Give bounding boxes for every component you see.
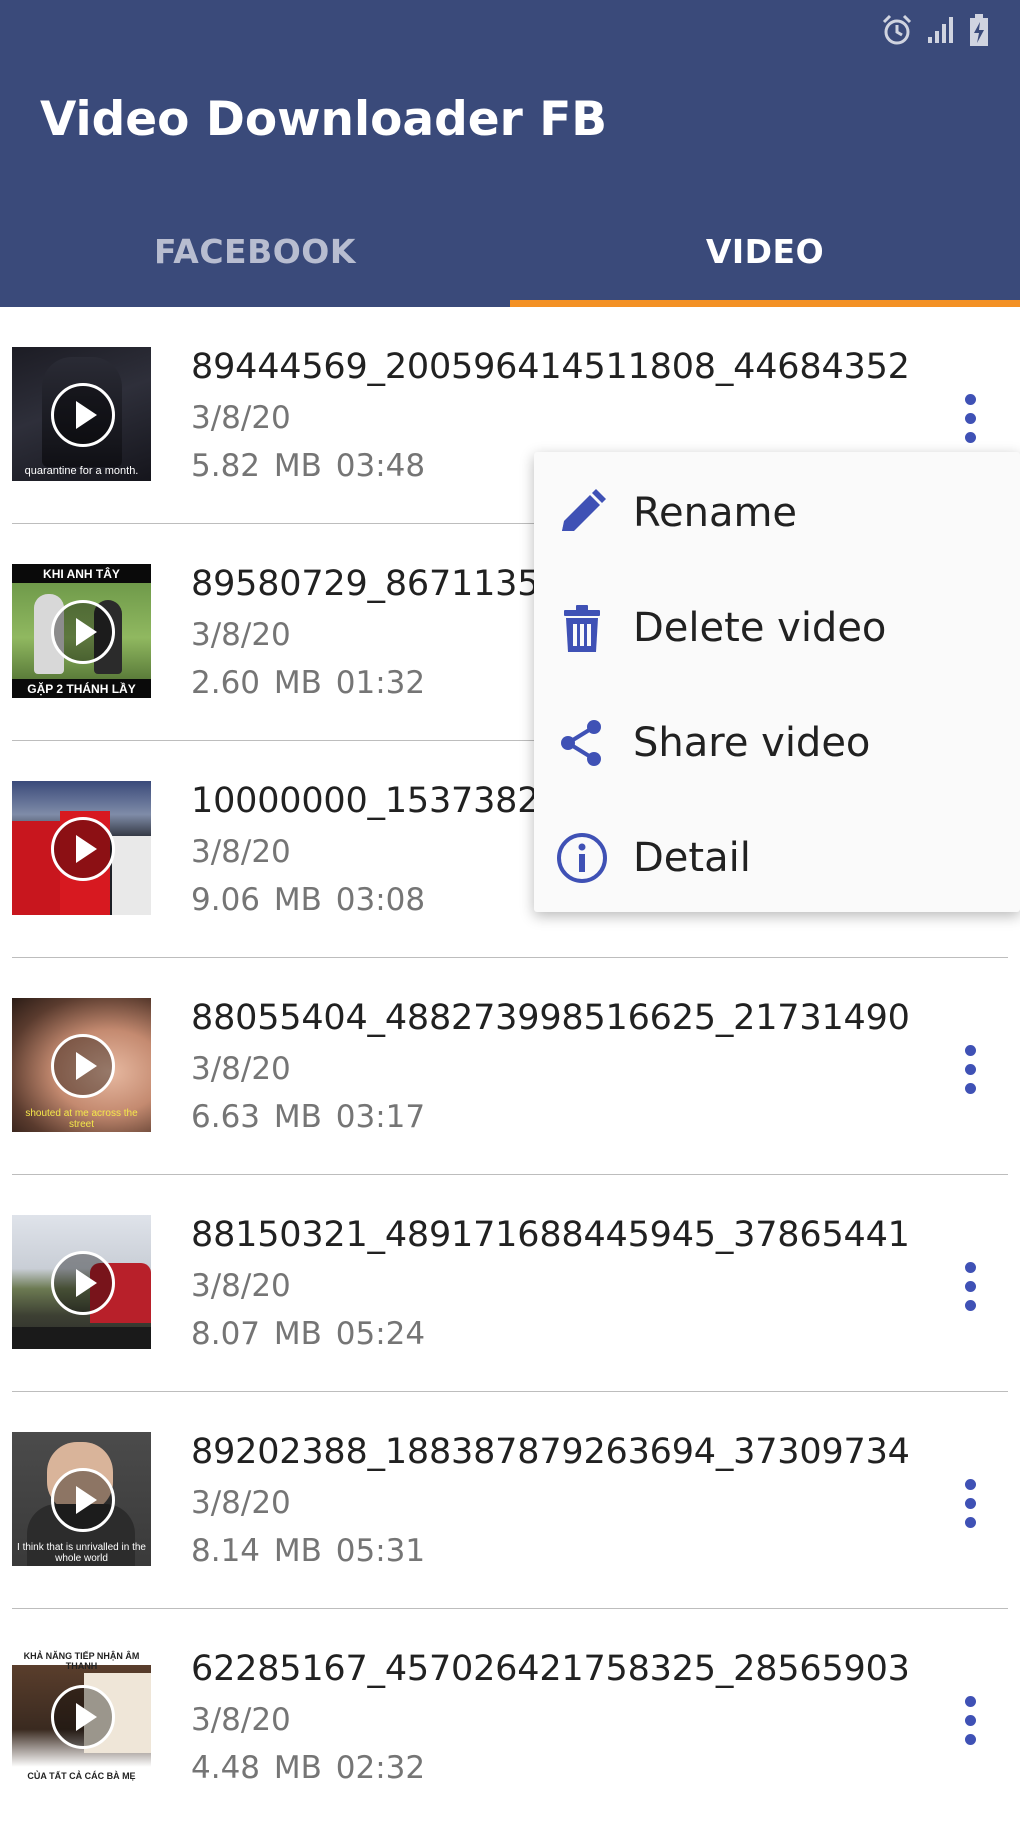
status-bar — [880, 12, 990, 48]
video-duration: 03:08 — [335, 882, 426, 918]
tab-video-label: VIDEO — [705, 232, 825, 271]
video-duration: 03:48 — [335, 448, 426, 484]
thumbnail-caption-top: KHẢ NĂNG TIẾP NHẬN ÂM THANH — [23, 1651, 140, 1671]
context-menu: Rename Delete video Share video Detail — [534, 452, 1020, 912]
play-icon — [50, 383, 115, 447]
play-icon — [50, 1034, 115, 1098]
video-thumbnail[interactable] — [12, 781, 151, 915]
battery-charging-icon — [970, 14, 988, 46]
thumbnail-caption-bottom: GẶP 2 THÁNH LẦY — [27, 682, 136, 696]
video-thumbnail[interactable]: quarantine for a month. — [12, 347, 151, 481]
list-item[interactable]: shouted at me across the street 88055404… — [0, 958, 1020, 1175]
video-duration: 05:31 — [335, 1533, 426, 1569]
pencil-icon — [562, 488, 606, 531]
video-size: 4.48 MB — [191, 1750, 322, 1786]
video-meta: 8.07 MB 05:24 — [191, 1316, 425, 1352]
thumbnail-caption: I think that is unrivalled in the whole … — [17, 1542, 146, 1564]
video-size: 6.63 MB — [191, 1099, 322, 1135]
play-icon — [50, 1685, 115, 1749]
more-options-icon[interactable] — [944, 1040, 996, 1098]
tab-bar: FACEBOOK VIDEO — [0, 215, 1020, 307]
video-filename: 88150321_489171688445945_37865441... — [191, 1215, 911, 1255]
info-icon — [557, 832, 607, 883]
more-options-icon[interactable] — [944, 389, 996, 447]
tab-video[interactable]: VIDEO — [510, 215, 1020, 307]
signal-icon — [928, 17, 953, 43]
menu-label-detail: Detail — [633, 834, 751, 881]
video-date: 3/8/20 — [191, 1485, 291, 1521]
video-filename: 89202388_188387879263694_37309734... — [191, 1432, 911, 1472]
menu-item-delete[interactable]: Delete video — [534, 570, 1020, 685]
thumbnail-caption: shouted at me across the street — [25, 1108, 138, 1130]
menu-label-delete: Delete video — [633, 604, 887, 651]
trash-icon — [564, 604, 600, 652]
app-bar: Video Downloader FB FACEBOOK VIDEO — [0, 0, 1020, 307]
play-icon — [50, 1251, 115, 1315]
app-title: Video Downloader FB — [40, 92, 608, 147]
tab-facebook-label: FACEBOOK — [154, 232, 356, 271]
video-meta: 5.82 MB 03:48 — [191, 448, 425, 484]
video-meta: 6.63 MB 03:17 — [191, 1099, 425, 1135]
video-duration: 05:24 — [335, 1316, 426, 1352]
menu-item-rename[interactable]: Rename — [534, 455, 1020, 570]
video-filename: 62285167_457026421758325_28565903... — [191, 1649, 911, 1689]
video-meta: 8.14 MB 05:31 — [191, 1533, 425, 1569]
video-size: 5.82 MB — [191, 448, 322, 484]
video-duration: 01:32 — [335, 665, 426, 701]
video-thumbnail[interactable] — [12, 1215, 151, 1349]
menu-item-share[interactable]: Share video — [534, 685, 1020, 800]
more-options-icon[interactable] — [944, 1691, 996, 1749]
tab-facebook[interactable]: FACEBOOK — [0, 215, 510, 307]
share-icon — [561, 719, 601, 766]
video-date: 3/8/20 — [191, 400, 291, 436]
video-date: 3/8/20 — [191, 1702, 291, 1738]
play-icon — [50, 1468, 115, 1532]
play-icon — [50, 817, 115, 881]
alarm-icon — [882, 14, 912, 45]
video-date: 3/8/20 — [191, 1051, 291, 1087]
menu-label-rename: Rename — [633, 489, 798, 536]
tab-indicator — [510, 300, 1020, 307]
menu-label-share: Share video — [633, 719, 871, 766]
list-item[interactable]: KHẢ NĂNG TIẾP NHẬN ÂM THANH CỦA TẤT CẢ C… — [0, 1609, 1020, 1826]
thumbnail-caption: quarantine for a month. — [24, 465, 139, 477]
video-size: 9.06 MB — [191, 882, 322, 918]
video-meta: 2.60 MB 01:32 — [191, 665, 425, 701]
video-date: 3/8/20 — [191, 1268, 291, 1304]
video-meta: 4.48 MB 02:32 — [191, 1750, 425, 1786]
thumbnail-caption-bottom: CỦA TẤT CẢ CÁC BÀ MẸ — [27, 1771, 136, 1781]
play-icon — [50, 600, 115, 664]
video-thumbnail[interactable]: KHẢ NĂNG TIẾP NHẬN ÂM THANH CỦA TẤT CẢ C… — [12, 1649, 151, 1783]
more-options-icon[interactable] — [944, 1474, 996, 1532]
video-date: 3/8/20 — [191, 834, 291, 870]
video-thumbnail[interactable]: shouted at me across the street — [12, 998, 151, 1132]
video-filename: 88055404_488273998516625_21731490... — [191, 998, 911, 1038]
video-meta: 9.06 MB 03:08 — [191, 882, 425, 918]
video-filename: 89444569_200596414511808_44684352... — [191, 347, 911, 387]
thumbnail-caption-top: KHI ANH TÂY — [43, 567, 120, 581]
video-date: 3/8/20 — [191, 617, 291, 653]
menu-item-detail[interactable]: Detail — [534, 800, 1020, 915]
video-thumbnail[interactable]: KHI ANH TÂY GẶP 2 THÁNH LẦY — [12, 564, 151, 698]
video-duration: 03:17 — [335, 1099, 426, 1135]
video-thumbnail[interactable]: I think that is unrivalled in the whole … — [12, 1432, 151, 1566]
list-item[interactable]: I think that is unrivalled in the whole … — [0, 1392, 1020, 1609]
video-duration: 02:32 — [335, 1750, 426, 1786]
video-size: 2.60 MB — [191, 665, 322, 701]
video-size: 8.07 MB — [191, 1316, 322, 1352]
video-size: 8.14 MB — [191, 1533, 322, 1569]
list-item[interactable]: 88150321_489171688445945_37865441... 3/8… — [0, 1175, 1020, 1392]
more-options-icon[interactable] — [944, 1257, 996, 1315]
